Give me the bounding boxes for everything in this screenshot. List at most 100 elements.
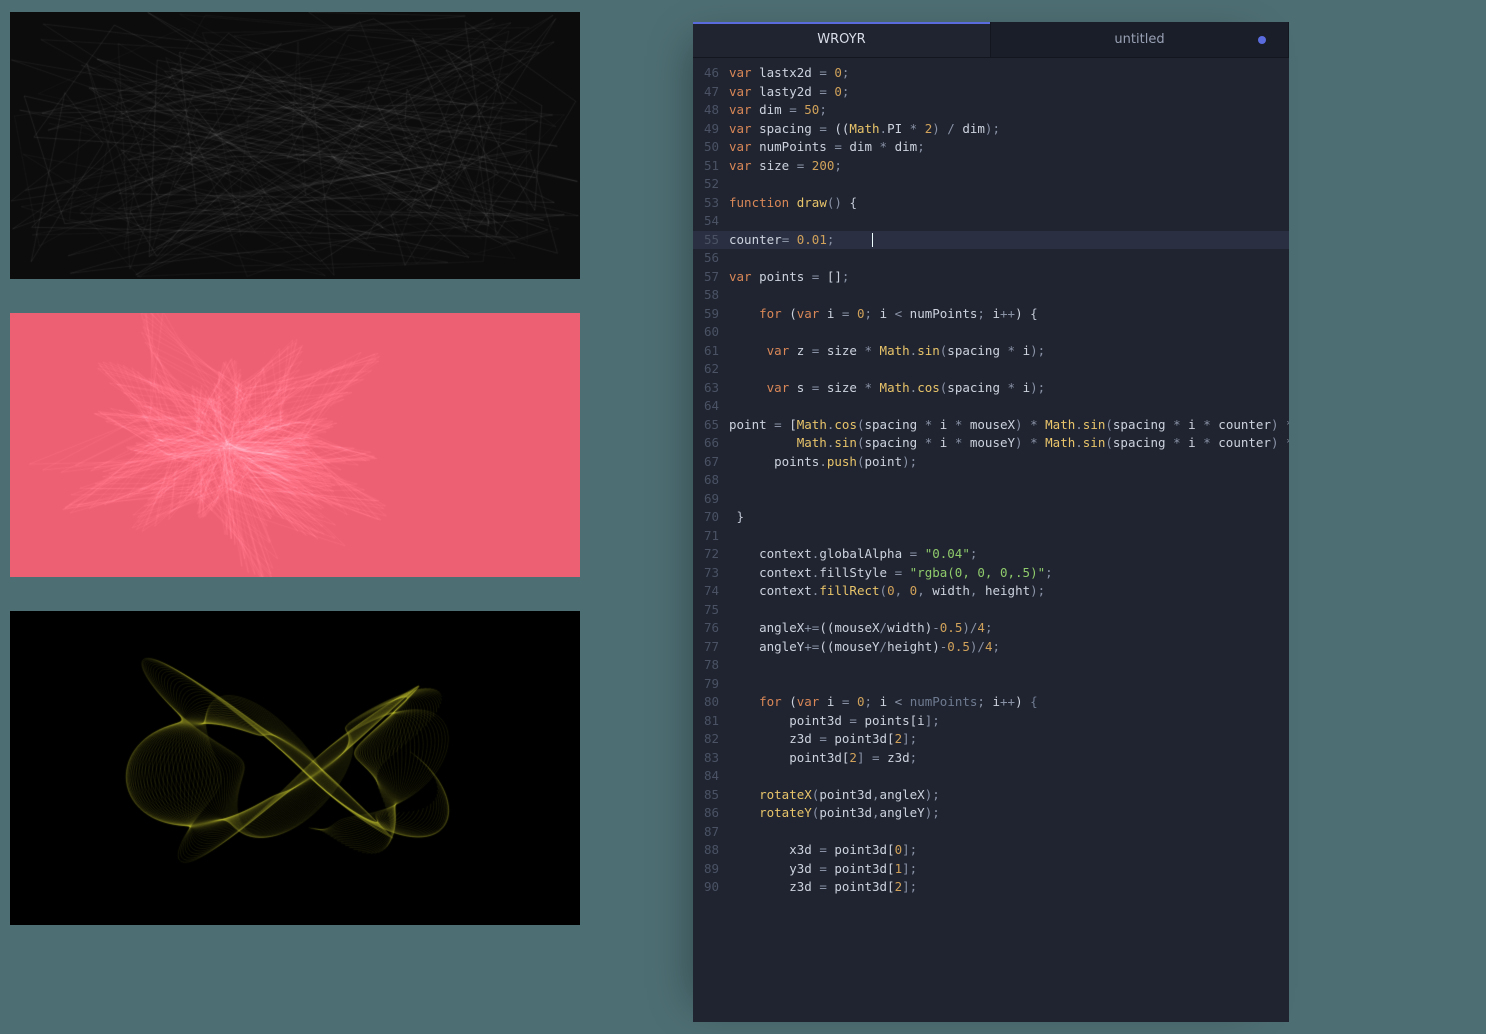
- line-number: 86: [693, 804, 723, 823]
- line-number: 48: [693, 101, 723, 120]
- unsaved-dot-icon: [1258, 36, 1266, 44]
- line-number: 47: [693, 83, 723, 102]
- gutter: 4647484950515253545556575859606162636465…: [693, 58, 723, 1022]
- thumbnail-2[interactable]: [10, 313, 580, 577]
- code-line[interactable]: Math.sin(spacing * i * mouseY) * Math.si…: [729, 434, 1289, 453]
- line-number: 46: [693, 64, 723, 83]
- tab-0[interactable]: WROYR: [693, 22, 991, 57]
- code-line[interactable]: y3d = point3d[1];: [729, 860, 1289, 879]
- line-number: 82: [693, 730, 723, 749]
- tab-label: WROYR: [817, 32, 865, 47]
- code-line[interactable]: x3d = point3d[0];: [729, 841, 1289, 860]
- line-number: 80: [693, 693, 723, 712]
- line-number: 58: [693, 286, 723, 305]
- line-number: 61: [693, 342, 723, 361]
- code-line[interactable]: context.fillRect(0, 0, width, height);: [729, 582, 1289, 601]
- line-number: 74: [693, 582, 723, 601]
- code-line[interactable]: angleX+=((mouseX/width)-0.5)/4;: [729, 619, 1289, 638]
- code-line[interactable]: point3d = points[i];: [729, 712, 1289, 731]
- line-number: 79: [693, 675, 723, 694]
- text-cursor: [872, 233, 874, 247]
- line-number: 49: [693, 120, 723, 139]
- code-line[interactable]: z3d = point3d[2];: [729, 730, 1289, 749]
- code-line[interactable]: [729, 823, 1289, 842]
- line-number: 56: [693, 249, 723, 268]
- code-line[interactable]: var size = 200;: [729, 157, 1289, 176]
- line-number: 84: [693, 767, 723, 786]
- code-line[interactable]: function draw() {: [729, 194, 1289, 213]
- code-line[interactable]: [729, 212, 1289, 231]
- code-line[interactable]: [729, 249, 1289, 268]
- thumbnail-column: [10, 12, 580, 925]
- line-number: 52: [693, 175, 723, 194]
- thumbnail-3[interactable]: [10, 611, 580, 925]
- code-line[interactable]: var lastx2d = 0;: [729, 64, 1289, 83]
- code-line[interactable]: [729, 286, 1289, 305]
- code-line[interactable]: [729, 397, 1289, 416]
- code-line[interactable]: [729, 675, 1289, 694]
- line-number: 72: [693, 545, 723, 564]
- code-line[interactable]: [729, 601, 1289, 620]
- line-number: 66: [693, 434, 723, 453]
- code-line[interactable]: [729, 323, 1289, 342]
- code-line[interactable]: [729, 175, 1289, 194]
- thumbnail-1[interactable]: [10, 12, 580, 279]
- line-number: 83: [693, 749, 723, 768]
- code-line[interactable]: context.fillStyle = "rgba(0, 0, 0,.5)";: [729, 564, 1289, 583]
- code-line[interactable]: for (var i = 0; i < numPoints; i++) {: [729, 305, 1289, 324]
- line-number: 89: [693, 860, 723, 879]
- line-number: 67: [693, 453, 723, 472]
- line-number: 75: [693, 601, 723, 620]
- code-line[interactable]: [729, 527, 1289, 546]
- line-number: 90: [693, 878, 723, 897]
- line-number: 51: [693, 157, 723, 176]
- code-line[interactable]: rotateY(point3d,angleY);: [729, 804, 1289, 823]
- code-line[interactable]: var lasty2d = 0;: [729, 83, 1289, 102]
- code-line[interactable]: for (var i = 0; i < numPoints; i++) {: [729, 693, 1289, 712]
- code-line[interactable]: context.globalAlpha = "0.04";: [729, 545, 1289, 564]
- line-number: 68: [693, 471, 723, 490]
- code-line[interactable]: point3d[2] = z3d;: [729, 749, 1289, 768]
- line-number: 85: [693, 786, 723, 805]
- code-line[interactable]: counter= 0.01;: [729, 231, 1289, 250]
- code-line[interactable]: points.push(point);: [729, 453, 1289, 472]
- code-line[interactable]: [729, 656, 1289, 675]
- code-line[interactable]: [729, 767, 1289, 786]
- line-number: 55: [693, 231, 723, 250]
- code-line[interactable]: [729, 471, 1289, 490]
- line-number: 54: [693, 212, 723, 231]
- code-line[interactable]: angleY+=((mouseY/height)-0.5)/4;: [729, 638, 1289, 657]
- code-line[interactable]: var dim = 50;: [729, 101, 1289, 120]
- line-number: 73: [693, 564, 723, 583]
- line-number: 77: [693, 638, 723, 657]
- line-number: 60: [693, 323, 723, 342]
- code-line[interactable]: var points = [];: [729, 268, 1289, 287]
- line-number: 70: [693, 508, 723, 527]
- line-number: 69: [693, 490, 723, 509]
- code-line[interactable]: [729, 360, 1289, 379]
- line-number: 65: [693, 416, 723, 435]
- code-editor: WROYRuntitled 46474849505152535455565758…: [693, 22, 1289, 1022]
- code-line[interactable]: }: [729, 508, 1289, 527]
- tab-1[interactable]: untitled: [991, 22, 1289, 57]
- code-line[interactable]: var numPoints = dim * dim;: [729, 138, 1289, 157]
- code-area[interactable]: 4647484950515253545556575859606162636465…: [693, 58, 1289, 1022]
- line-number: 71: [693, 527, 723, 546]
- line-number: 81: [693, 712, 723, 731]
- code-line[interactable]: rotateX(point3d,angleX);: [729, 786, 1289, 805]
- code-lines[interactable]: var lastx2d = 0;var lasty2d = 0;var dim …: [729, 58, 1289, 1022]
- line-number: 57: [693, 268, 723, 287]
- line-number: 50: [693, 138, 723, 157]
- line-number: 59: [693, 305, 723, 324]
- code-line[interactable]: var spacing = ((Math.PI * 2) / dim);: [729, 120, 1289, 139]
- code-line[interactable]: point = [Math.cos(spacing * i * mouseX) …: [729, 416, 1289, 435]
- line-number: 62: [693, 360, 723, 379]
- code-line[interactable]: z3d = point3d[2];: [729, 878, 1289, 897]
- editor-tabs: WROYR untitled: [693, 22, 1289, 58]
- code-line[interactable]: var s = size * Math.cos(spacing * i);: [729, 379, 1289, 398]
- tab-label: untitled: [1114, 32, 1164, 47]
- line-number: 63: [693, 379, 723, 398]
- code-line[interactable]: var z = size * Math.sin(spacing * i);: [729, 342, 1289, 361]
- code-line[interactable]: [729, 490, 1289, 509]
- line-number: 78: [693, 656, 723, 675]
